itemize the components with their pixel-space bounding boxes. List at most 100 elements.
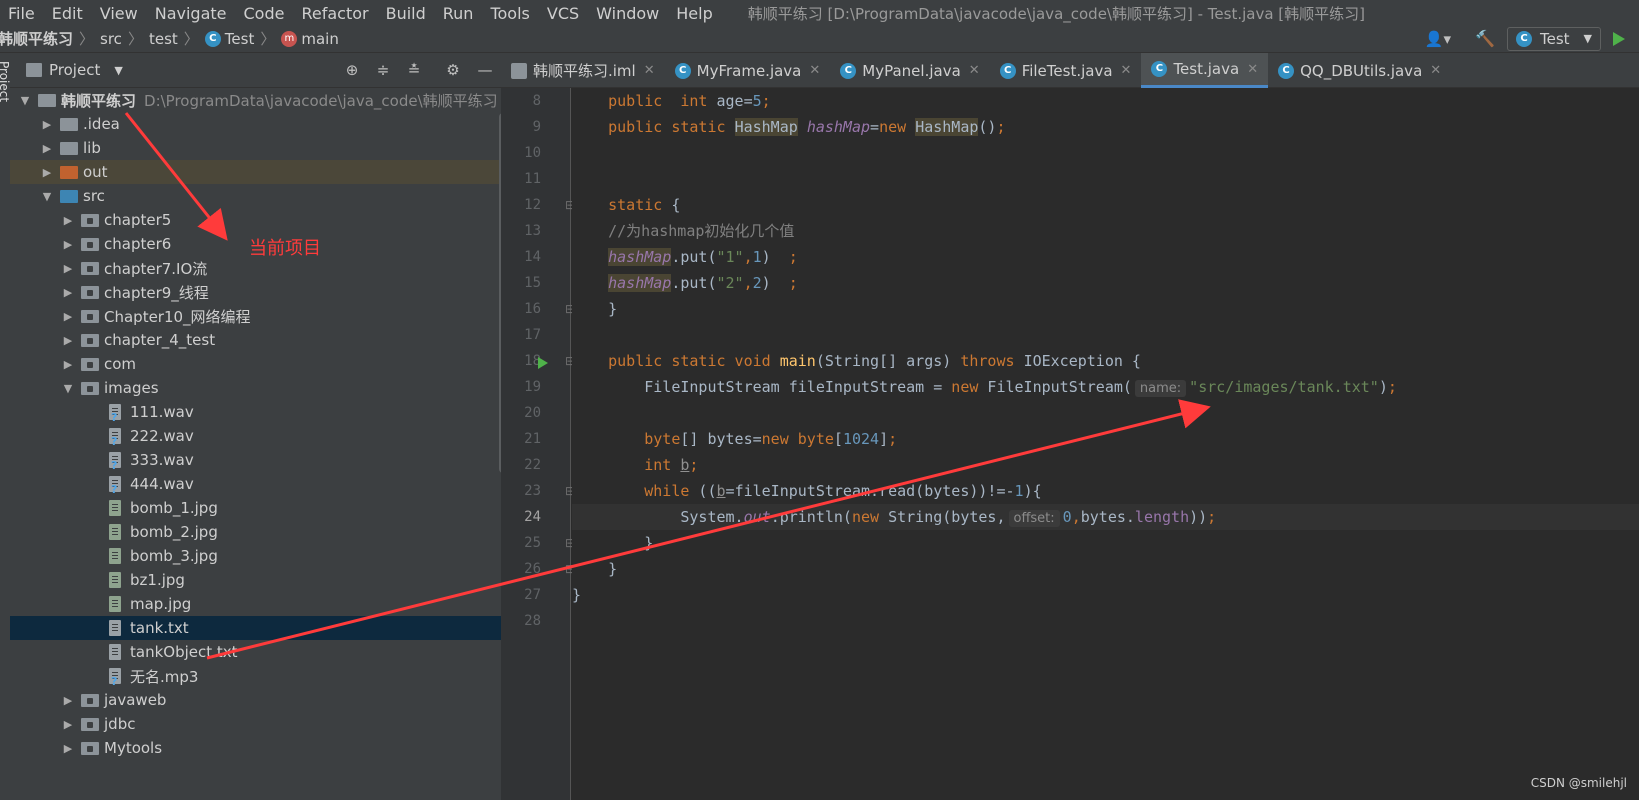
menu-bar: File Edit View Navigate Code Refactor Bu… (0, 0, 1639, 25)
tab-filetest[interactable]: C FileTest.java ✕ (990, 53, 1142, 88)
tree-item-package[interactable]: ▶ chapter_4_test (10, 328, 501, 352)
chevron-right-icon[interactable]: ▶ (61, 718, 75, 731)
tree-item-file[interactable]: 无名.mp3 (10, 664, 501, 688)
tree-item-file[interactable]: bomb_2.jpg (10, 520, 501, 544)
menu-code[interactable]: Code (244, 5, 294, 25)
package-icon (81, 309, 99, 323)
tab-iml[interactable]: 韩顺平练习.iml ✕ (501, 53, 665, 88)
tree-item-out[interactable]: ▶ out (10, 160, 501, 184)
tree-item-file[interactable]: bomb_3.jpg (10, 544, 501, 568)
project-view-selector[interactable]: Project ▼ (26, 61, 123, 79)
close-icon[interactable]: ✕ (969, 63, 980, 78)
tree-item-tank-txt[interactable]: tank.txt (10, 616, 501, 640)
close-icon[interactable]: ✕ (1247, 62, 1258, 77)
chevron-right-icon[interactable]: ▶ (61, 262, 75, 275)
tree-item-package[interactable]: ▶ jdbc (10, 712, 501, 736)
tab-mypanel[interactable]: C MyPanel.java ✕ (830, 53, 989, 88)
tree-item-package[interactable]: ▶ chapter9_线程 (10, 280, 501, 304)
breadcrumb-class[interactable]: Test (225, 30, 255, 48)
code-editor[interactable]: public int age=5; public static HashMap … (572, 88, 1639, 800)
tree-item-lib[interactable]: ▶ lib (10, 136, 501, 160)
tree-item-images[interactable]: ▼ images (10, 376, 501, 400)
chevron-right-icon[interactable]: ▶ (40, 166, 54, 179)
tree-item-package[interactable]: ▶ chapter5 (10, 208, 501, 232)
minimize-icon[interactable]: — (476, 61, 494, 79)
run-configuration-select[interactable]: C Test ▼ (1506, 26, 1601, 51)
close-icon[interactable]: ✕ (1121, 63, 1132, 78)
menu-refactor[interactable]: Refactor (301, 5, 377, 25)
tree-item-src[interactable]: ▼ src (10, 184, 501, 208)
breadcrumb-test[interactable]: test (149, 30, 178, 48)
folder-icon (60, 117, 78, 131)
tree-item-package[interactable]: ▶ Mytools (10, 736, 501, 760)
tree-item-package[interactable]: ▶ Chapter10_网络编程 (10, 304, 501, 328)
tree-item-package[interactable]: ▶ com (10, 352, 501, 376)
left-tool-strip: Project (0, 53, 11, 800)
chevron-right-icon[interactable]: ▶ (61, 310, 75, 323)
tree-item-idea[interactable]: ▶ .idea (10, 112, 501, 136)
tab-test[interactable]: C Test.java ✕ (1141, 53, 1269, 88)
chevron-right-icon[interactable]: ▶ (40, 142, 54, 155)
menu-view[interactable]: View (100, 5, 147, 25)
chevron-down-icon[interactable]: ▼ (61, 382, 75, 395)
menu-vcs[interactable]: VCS (547, 5, 588, 25)
chevron-right-icon[interactable]: ▶ (61, 286, 75, 299)
chevron-right-icon[interactable]: ▶ (61, 214, 75, 227)
tab-qq-dbutils[interactable]: C QQ_DBUtils.java ✕ (1268, 53, 1451, 88)
tree-item-project-root[interactable]: ▼ 韩顺平练习 D:\ProgramData\javacode\java_cod… (10, 88, 501, 112)
tree-item-file[interactable]: tankObject.txt (10, 640, 501, 664)
menu-navigate[interactable]: Navigate (155, 5, 236, 25)
tree-item-file[interactable]: 333.wav (10, 448, 501, 472)
tree-item-file[interactable]: bz1.jpg (10, 568, 501, 592)
chevron-down-icon[interactable]: ▼ (18, 94, 32, 107)
expand-all-icon[interactable]: ≑ (374, 61, 392, 79)
tree-item-file[interactable]: 111.wav (10, 400, 501, 424)
tree-label: Chapter10_网络编程 (104, 307, 251, 326)
editor-tabs: 韩顺平练习.iml ✕ C MyFrame.java ✕ C MyPanel.j… (501, 53, 1639, 88)
breadcrumb-method[interactable]: main (301, 30, 338, 48)
close-icon[interactable]: ✕ (809, 63, 820, 78)
chevron-right-icon[interactable]: ▶ (61, 742, 75, 755)
build-hammer-icon[interactable]: 🔨 (1475, 29, 1495, 48)
tab-myframe[interactable]: C MyFrame.java ✕ (665, 53, 831, 88)
locate-icon[interactable]: ⊕ (343, 61, 361, 79)
chevron-right-icon[interactable]: ▶ (40, 118, 54, 131)
tree-item-file[interactable]: 222.wav (10, 424, 501, 448)
project-folder-icon (26, 63, 42, 77)
menu-build[interactable]: Build (386, 5, 435, 25)
menu-window[interactable]: Window (596, 5, 668, 25)
gear-icon[interactable]: ⚙ (444, 61, 462, 79)
line-number: 25 (524, 535, 541, 551)
menu-run[interactable]: Run (443, 5, 483, 25)
tree-item-file[interactable]: bomb_1.jpg (10, 496, 501, 520)
line-number: 10 (524, 145, 541, 161)
method-icon: m (281, 30, 298, 47)
collapse-all-icon[interactable]: ≛ (405, 61, 423, 79)
user-icon[interactable]: 👤▾ (1425, 30, 1451, 48)
close-icon[interactable]: ✕ (1430, 63, 1441, 78)
tree-label: com (104, 355, 137, 373)
code-line: hashMap.put("2",2) ; (608, 274, 798, 292)
package-icon (81, 261, 99, 275)
line-number: 13 (524, 223, 541, 239)
tree-item-file[interactable]: 444.wav (10, 472, 501, 496)
breadcrumb-project[interactable]: 韩顺平练习 (0, 28, 73, 49)
tree-item-file[interactable]: map.jpg (10, 592, 501, 616)
menu-edit[interactable]: Edit (52, 5, 92, 25)
chevron-right-icon[interactable]: ▶ (61, 358, 75, 371)
close-icon[interactable]: ✕ (644, 63, 655, 78)
project-path: D:\ProgramData\javacode\java_code\韩顺平练习 (144, 91, 498, 110)
breadcrumb-separator-icon: 〉 (127, 30, 143, 48)
chevron-down-icon[interactable]: ▼ (40, 190, 54, 203)
chevron-right-icon[interactable]: ▶ (61, 238, 75, 251)
breadcrumb-src[interactable]: src (100, 30, 122, 48)
menu-help[interactable]: Help (676, 5, 721, 25)
run-icon[interactable] (1613, 31, 1625, 46)
chevron-right-icon[interactable]: ▶ (61, 334, 75, 347)
class-icon: C (1151, 61, 1168, 77)
chevron-right-icon[interactable]: ▶ (61, 694, 75, 707)
menu-tools[interactable]: Tools (490, 5, 538, 25)
run-gutter-icon[interactable] (538, 357, 548, 369)
tree-item-package[interactable]: ▶ javaweb (10, 688, 501, 712)
menu-file[interactable]: File (8, 5, 44, 25)
